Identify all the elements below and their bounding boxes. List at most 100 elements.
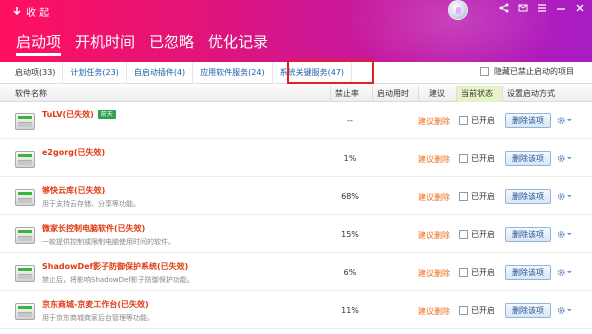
close-icon[interactable]	[574, 2, 586, 14]
software-name-text: e2gorg(已失效)	[42, 148, 106, 157]
col-ban-rate[interactable]: 禁止率	[330, 86, 372, 102]
software-desc: 用于京东商城商家后台管理等功能。	[42, 314, 154, 322]
date-badge: 前天	[97, 110, 116, 119]
main-tabs: 启动项 开机时间 已忽略 优化记录	[16, 32, 282, 56]
subtab-app-services[interactable]: 应用软件服务(24)	[193, 61, 273, 84]
table-row[interactable]: 京东商城-京麦工作台(已失效) 用于京东商城商家后台管理等功能。 11% 建议删…	[0, 292, 592, 329]
status-checkbox[interactable]	[459, 230, 468, 239]
gear-icon	[557, 192, 565, 200]
settings-dropdown[interactable]	[556, 304, 572, 316]
menu-icon[interactable]	[536, 2, 548, 14]
subtab-startup[interactable]: 启动项(33)	[0, 61, 64, 84]
software-name: TuLV(已失效) 前天	[42, 109, 116, 120]
col-current-status: 当前状态	[456, 86, 502, 102]
status-checkbox[interactable]	[459, 306, 468, 315]
col-name[interactable]: 软件名称	[0, 86, 330, 102]
share-icon[interactable]	[498, 2, 510, 14]
status-checkbox[interactable]	[459, 192, 468, 201]
status-toggle[interactable]: 已开启	[459, 267, 495, 278]
chevron-down-icon	[567, 118, 572, 121]
delete-item-button[interactable]: 删除该项	[505, 303, 551, 318]
status-label: 已开启	[471, 154, 495, 163]
status-label: 已开启	[471, 192, 495, 201]
tab-startup[interactable]: 启动项	[16, 32, 70, 56]
col-suggest: 建议	[418, 86, 456, 102]
chevron-down-icon	[567, 270, 572, 273]
ban-rate: 6%	[343, 268, 357, 277]
hide-disabled-label: 隐藏已禁止启动的项目	[494, 67, 574, 76]
app-window-icon	[15, 151, 35, 168]
table-row[interactable]: TuLV(已失效) 前天 -- 建议删除 已开启 删除该项	[0, 102, 592, 139]
delete-item-button[interactable]: 删除该项	[505, 113, 551, 128]
status-label: 已开启	[471, 306, 495, 315]
gear-icon	[557, 268, 565, 276]
table-row[interactable]: ShadowDef影子防御保护系统(已失效) 禁止后，将影响ShadowDef影…	[0, 254, 592, 291]
software-name: e2gorg(已失效)	[42, 147, 105, 158]
software-desc: 一款提供控制或限制电脑使用时间的软件。	[42, 238, 175, 246]
suggest-delete: 建议删除	[418, 307, 450, 316]
ban-rate: 15%	[341, 230, 359, 239]
settings-dropdown[interactable]	[556, 114, 572, 126]
software-name: 京东商城-京麦工作台(已失效)	[42, 299, 149, 310]
col-setting: 设置启动方式	[502, 86, 592, 102]
tab-ignored[interactable]: 已忽略	[149, 32, 203, 56]
status-toggle[interactable]: 已开启	[459, 153, 495, 164]
software-name-text: 够快云库(已失效)	[42, 186, 106, 195]
delete-item-button[interactable]: 删除该项	[505, 265, 551, 280]
table-row[interactable]: 够快云库(已失效) 用于支持云存储、分享等功能。 68% 建议删除 已开启 删除…	[0, 178, 592, 215]
chevron-down-icon	[567, 308, 572, 311]
hide-disabled-option[interactable]: 隐藏已禁止启动的项目	[480, 66, 574, 77]
table-row[interactable]: e2gorg(已失效) 1% 建议删除 已开启 删除该项	[0, 140, 592, 177]
delete-item-button[interactable]: 删除该项	[505, 151, 551, 166]
app-window-icon	[15, 189, 35, 206]
col-start-time[interactable]: 启动用时	[372, 86, 418, 102]
status-toggle[interactable]: 已开启	[459, 115, 495, 126]
ban-rate: 1%	[343, 154, 357, 163]
tab-optimize-log[interactable]: 优化记录	[208, 32, 277, 56]
hide-disabled-checkbox[interactable]	[480, 67, 489, 76]
collapse-label: 收 起	[26, 7, 50, 19]
chevron-down-icon	[567, 232, 572, 235]
status-toggle[interactable]: 已开启	[459, 229, 495, 240]
ban-rate: 68%	[341, 192, 359, 201]
status-checkbox[interactable]	[459, 116, 468, 125]
minimize-icon[interactable]	[555, 2, 567, 14]
software-desc: 禁止后，将影响ShadowDef影子防御保护功能。	[42, 276, 194, 284]
suggest-delete: 建议删除	[418, 117, 450, 126]
highlight-box	[287, 59, 374, 84]
suggest-delete: 建议删除	[418, 269, 450, 278]
app-window-icon	[15, 265, 35, 282]
status-label: 已开启	[471, 116, 495, 125]
subtab-plugins[interactable]: 自启动插件(4)	[127, 61, 194, 84]
status-toggle[interactable]: 已开启	[459, 191, 495, 202]
collapse-button[interactable]: 收 起	[6, 2, 55, 20]
status-toggle[interactable]: 已开启	[459, 305, 495, 316]
suggest-delete: 建议删除	[418, 155, 450, 164]
status-checkbox[interactable]	[459, 268, 468, 277]
software-name: ShadowDef影子防御保护系统(已失效)	[42, 261, 188, 272]
settings-dropdown[interactable]	[556, 228, 572, 240]
suggest-delete: 建议删除	[418, 231, 450, 240]
ban-rate: 11%	[341, 306, 359, 315]
status-checkbox[interactable]	[459, 154, 468, 163]
suggest-delete: 建议删除	[418, 193, 450, 202]
gear-icon	[557, 230, 565, 238]
avatar[interactable]	[448, 0, 468, 20]
software-name-text: 京东商城-京麦工作台(已失效)	[42, 300, 149, 309]
software-name: 够快云库(已失效)	[42, 185, 105, 196]
delete-item-button[interactable]: 删除该项	[505, 189, 551, 204]
chevron-down-icon	[567, 156, 572, 159]
settings-dropdown[interactable]	[556, 152, 572, 164]
mail-icon[interactable]	[517, 2, 529, 14]
settings-dropdown[interactable]	[556, 266, 572, 278]
gear-icon	[557, 154, 565, 162]
delete-item-button[interactable]: 删除该项	[505, 227, 551, 242]
settings-dropdown[interactable]	[556, 190, 572, 202]
tab-boot-time[interactable]: 开机时间	[75, 32, 144, 56]
table-row[interactable]: 微家长控制电脑软件(已失效) 一款提供控制或限制电脑使用时间的软件。 15% 建…	[0, 216, 592, 253]
gear-icon	[557, 306, 565, 314]
app-window-icon	[15, 227, 35, 244]
app-window-icon	[15, 303, 35, 320]
software-desc: 用于支持云存储、分享等功能。	[42, 200, 140, 208]
subtab-scheduled-tasks[interactable]: 计划任务(23)	[63, 61, 127, 84]
